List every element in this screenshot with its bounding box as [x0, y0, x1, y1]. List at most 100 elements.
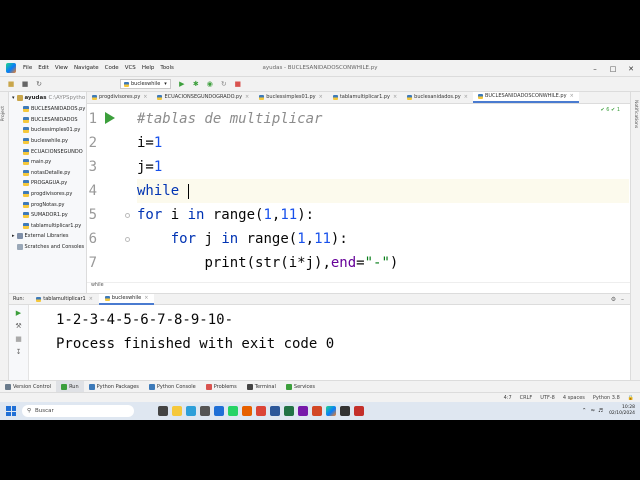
- profile-icon[interactable]: ↻: [219, 79, 229, 89]
- mail-icon[interactable]: [214, 406, 224, 416]
- tool-window-button[interactable]: Terminal: [242, 381, 281, 393]
- menu-view[interactable]: View: [52, 65, 71, 71]
- minimize-icon[interactable]: –: [586, 60, 604, 77]
- line-separator[interactable]: CRLF: [520, 395, 533, 401]
- console-output[interactable]: 1-2-3-4-5-6-7-8-9-10- Process finished w…: [56, 308, 334, 356]
- project-file-item[interactable]: progNotas.py: [9, 199, 86, 210]
- caret-position[interactable]: 4:7: [504, 395, 512, 401]
- folder-icon[interactable]: ■: [6, 79, 16, 89]
- editor-tab[interactable]: buclessimples01.py ×: [254, 92, 328, 103]
- run-tab-bucleswhile[interactable]: bucleswhile ×: [98, 293, 155, 305]
- inspection-status[interactable]: ✔ 6 ✔ 1: [600, 107, 620, 113]
- chevron-up-icon[interactable]: ⌃: [582, 408, 587, 414]
- lock-icon[interactable]: 🔒: [628, 395, 634, 401]
- fold-marker-icon[interactable]: [125, 213, 130, 218]
- close-icon[interactable]: ×: [143, 94, 147, 100]
- editor-tab[interactable]: BUCLESANIDADOSCONWHILE.py ×: [472, 92, 579, 103]
- wifi-icon[interactable]: ≈: [591, 408, 596, 414]
- gear-icon[interactable]: ⚙: [611, 296, 616, 303]
- project-file-item[interactable]: buclessimples01.py: [9, 125, 86, 136]
- onenote-icon[interactable]: [298, 406, 308, 416]
- fold-marker-icon[interactable]: [125, 237, 130, 242]
- breadcrumb[interactable]: while: [87, 282, 630, 289]
- editor-tab[interactable]: tablamultiplicar1.py ×: [328, 92, 402, 103]
- tool-window-button[interactable]: Python Packages: [84, 381, 144, 393]
- run-icon[interactable]: ▶: [177, 79, 187, 89]
- powerpoint-icon[interactable]: [312, 406, 322, 416]
- task-view-icon[interactable]: [158, 406, 168, 416]
- file-explorer-icon[interactable]: [172, 406, 182, 416]
- editor-tab[interactable]: ECUACIONSEGUNDOGRADO.py ×: [152, 92, 254, 103]
- close-icon[interactable]: ×: [393, 94, 397, 100]
- run-configuration-select[interactable]: bucleswhile ▾: [120, 79, 171, 89]
- refresh-icon[interactable]: ↻: [34, 79, 44, 89]
- indent-setting[interactable]: 4 spaces: [563, 395, 585, 401]
- external-libraries[interactable]: ▸ External Libraries: [9, 231, 86, 242]
- scroll-end-icon[interactable]: ↧: [14, 347, 23, 356]
- tool-window-button[interactable]: Python Console: [144, 381, 201, 393]
- stop-icon[interactable]: ■: [233, 79, 243, 89]
- maximize-icon[interactable]: □: [604, 60, 622, 77]
- menu-tools[interactable]: Tools: [157, 65, 177, 71]
- close-icon[interactable]: ×: [89, 296, 93, 302]
- menu-file[interactable]: File: [20, 65, 35, 71]
- project-file-item[interactable]: main.py: [9, 157, 86, 168]
- stop-icon[interactable]: ■: [14, 334, 23, 343]
- wrench-icon[interactable]: ⚒: [14, 321, 23, 330]
- tool-window-button[interactable]: Problems: [201, 381, 242, 393]
- notifications-tool-button[interactable]: Notifications: [633, 100, 638, 128]
- store-icon[interactable]: [200, 406, 210, 416]
- tool-window-button[interactable]: Services: [281, 381, 320, 393]
- editor-tab[interactable]: buclesanidados.py ×: [402, 92, 473, 103]
- close-icon[interactable]: ×: [464, 94, 468, 100]
- rerun-icon[interactable]: ▶: [14, 308, 23, 317]
- project-file-item[interactable]: PROGAGUA.py: [9, 178, 86, 189]
- menu-code[interactable]: Code: [102, 65, 122, 71]
- excel-icon[interactable]: [284, 406, 294, 416]
- run-tab-tablamultiplicar1[interactable]: tablamultiplicar1 ×: [30, 294, 99, 305]
- project-file-item[interactable]: BUCLESANIDADOS: [9, 115, 86, 126]
- project-file-item[interactable]: tablamultiplicar1.py: [9, 221, 86, 232]
- menu-edit[interactable]: Edit: [35, 65, 52, 71]
- file-encoding[interactable]: UTF-8: [540, 395, 555, 401]
- scratches-and-consoles[interactable]: ▸ Scratches and Consoles: [9, 242, 86, 253]
- run-gutter-icon[interactable]: [105, 112, 115, 124]
- close-icon[interactable]: ×: [144, 295, 148, 301]
- minimize-panel-icon[interactable]: –: [621, 296, 624, 303]
- close-icon[interactable]: ×: [245, 94, 249, 100]
- tool-window-button[interactable]: Version Control: [0, 381, 56, 393]
- project-file-item[interactable]: BUCLESANIDADOS.py: [9, 104, 86, 115]
- tool-window-button[interactable]: Run: [56, 380, 84, 393]
- editor-tab[interactable]: progdivisores.py ×: [87, 92, 152, 103]
- close-icon[interactable]: ×: [319, 94, 323, 100]
- save-icon[interactable]: ■: [20, 79, 30, 89]
- start-icon[interactable]: [6, 406, 16, 416]
- pdf-icon[interactable]: [354, 406, 364, 416]
- close-icon[interactable]: ✕: [622, 60, 640, 77]
- chevron-down-icon: ▾: [164, 81, 167, 87]
- edge-icon[interactable]: [186, 406, 196, 416]
- menu-navigate[interactable]: Navigate: [71, 65, 102, 71]
- chrome-icon[interactable]: [256, 406, 266, 416]
- project-file-item[interactable]: progdivisores.py: [9, 189, 86, 200]
- word-icon[interactable]: [270, 406, 280, 416]
- project-file-item[interactable]: ECUACIONSEGUNDO: [9, 146, 86, 157]
- coverage-icon[interactable]: ◉: [205, 79, 215, 89]
- project-tool-button[interactable]: Project: [1, 106, 6, 121]
- whatsapp-icon[interactable]: [228, 406, 238, 416]
- project-root[interactable]: ▾ ayudas C:\AYPSpytho: [9, 92, 86, 104]
- menu-help[interactable]: Help: [139, 65, 158, 71]
- taskbar-search[interactable]: ⚲ Buscar: [22, 405, 134, 417]
- project-file-item[interactable]: SUMADOR1.py: [9, 210, 86, 221]
- project-file-item[interactable]: notasDetalle.py: [9, 168, 86, 179]
- firefox-icon[interactable]: [242, 406, 252, 416]
- close-icon[interactable]: ×: [570, 93, 574, 99]
- clock[interactable]: 10:28 02/10/2024: [609, 405, 635, 417]
- project-file-item[interactable]: bucleswhile.py: [9, 136, 86, 147]
- pycharm-taskbar-icon[interactable]: [326, 406, 336, 416]
- terminal-icon[interactable]: [340, 406, 350, 416]
- interpreter[interactable]: Python 3.8: [593, 395, 620, 401]
- debug-icon[interactable]: ✱: [191, 79, 201, 89]
- menu-vcs[interactable]: VCS: [122, 65, 139, 71]
- volume-icon[interactable]: ♬: [598, 408, 603, 414]
